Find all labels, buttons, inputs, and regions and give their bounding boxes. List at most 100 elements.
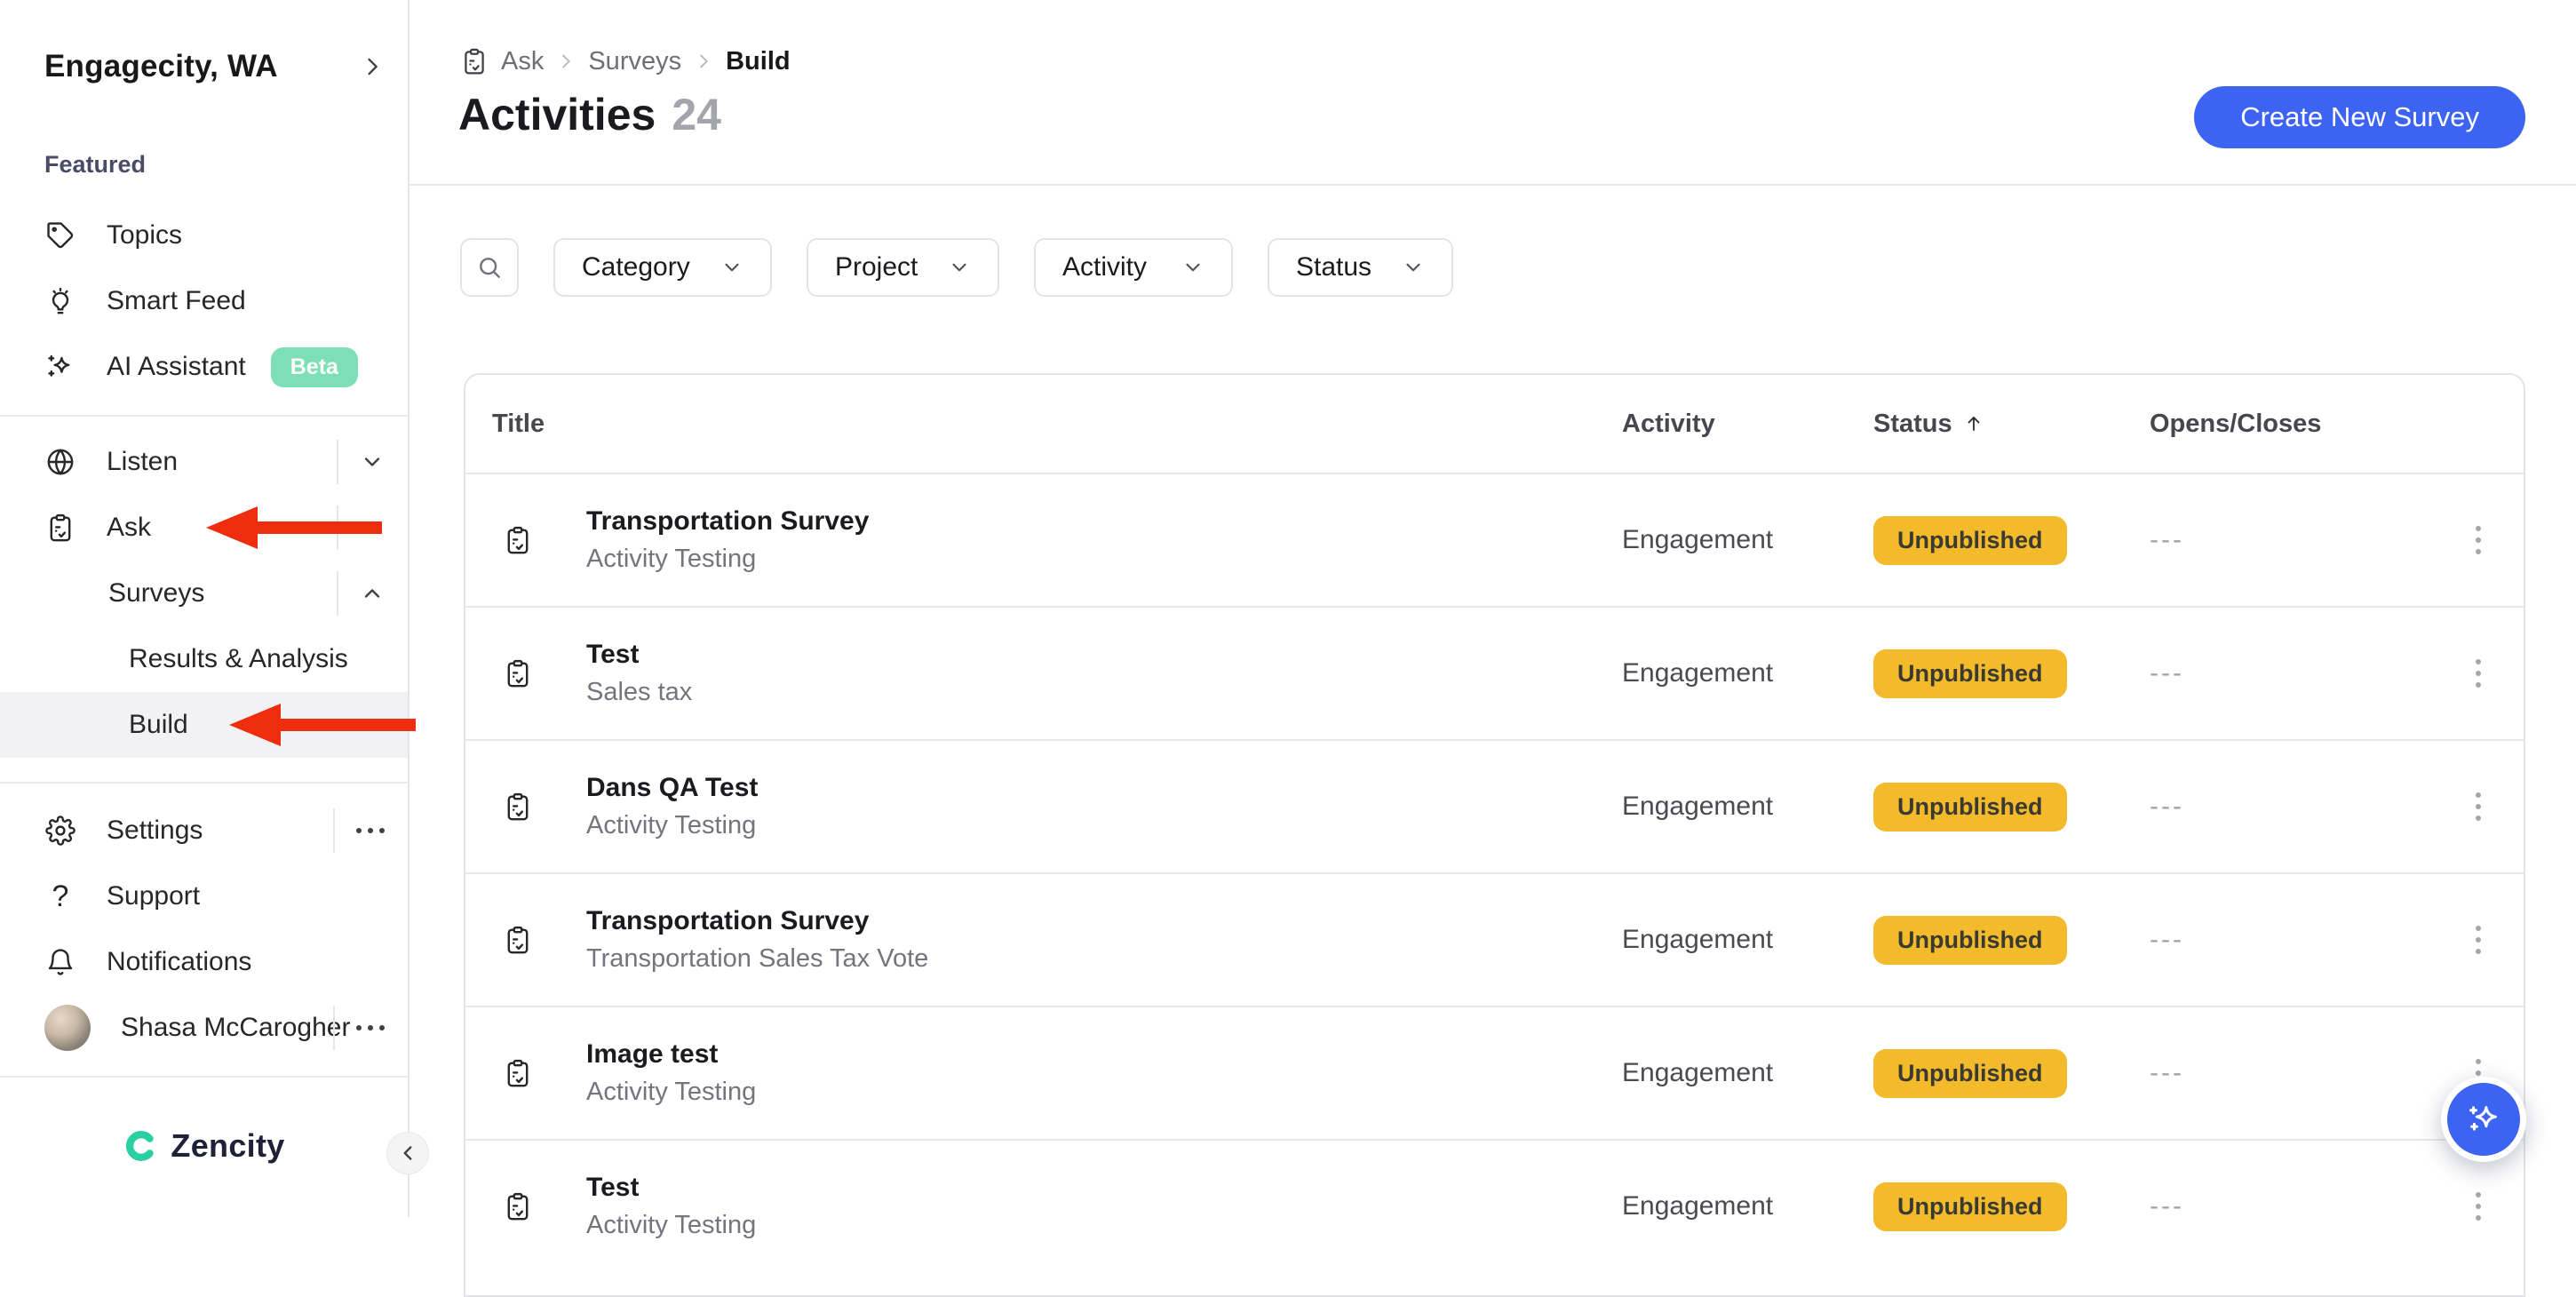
sparkle-icon: [2463, 1099, 2504, 1140]
search-button[interactable]: [460, 238, 519, 297]
table-row[interactable]: Test Activity Testing Engagement Unpubli…: [465, 1139, 2524, 1272]
category-filter-dropdown[interactable]: Category: [553, 238, 772, 297]
avatar: [44, 1005, 91, 1051]
ai-assistant-fab[interactable]: [2441, 1077, 2526, 1162]
status-filter-dropdown[interactable]: Status: [1268, 238, 1453, 297]
sidebar-item-notifications[interactable]: Notifications: [0, 929, 408, 995]
opens-closes-cell: ---: [2150, 792, 2452, 822]
sidebar-item-listen[interactable]: Listen: [0, 429, 408, 495]
chevron-up-icon[interactable]: [337, 505, 385, 550]
filter-bar: Category Project Activity Status: [460, 238, 1453, 297]
column-header-title[interactable]: Title: [465, 410, 1622, 439]
survey-title-cell: Image test Activity Testing: [586, 1039, 1622, 1107]
chevron-down-icon: [948, 256, 971, 279]
project-filter-dropdown[interactable]: Project: [807, 238, 999, 297]
clipboard-icon: [465, 521, 586, 559]
sidebar-item-ask[interactable]: Ask: [0, 495, 408, 561]
row-menu-icon[interactable]: [2452, 926, 2505, 954]
survey-title: Transportation Survey: [586, 906, 1622, 936]
page-title: Activities: [458, 89, 656, 140]
sidebar-item-user[interactable]: Shasa McCarogher: [0, 995, 408, 1061]
bottom-nav: Settings ? Support Notifications Shasa M…: [0, 798, 408, 1061]
dropdown-label: Activity: [1062, 252, 1147, 282]
sidebar-divider: [0, 415, 408, 417]
more-options-icon[interactable]: [333, 808, 385, 853]
main-nav: Listen Ask Surveys Results & Analysis Bu…: [0, 429, 408, 758]
chevron-right-icon: [556, 52, 576, 71]
sidebar-item-label: Topics: [107, 220, 182, 251]
sidebar-item-label: Listen: [107, 447, 178, 477]
row-menu-icon[interactable]: [2452, 1192, 2505, 1221]
sidebar-item-settings[interactable]: Settings: [0, 798, 408, 863]
breadcrumb-item-ask[interactable]: Ask: [501, 47, 544, 76]
chevron-right-icon: [360, 54, 385, 79]
status-cell: Unpublished: [1873, 516, 2150, 565]
activities-table: Title Activity Status Opens/Closes Trans…: [464, 373, 2525, 1297]
search-icon: [475, 253, 504, 282]
featured-section-label: Featured: [44, 151, 408, 181]
breadcrumb-item-surveys[interactable]: Surveys: [588, 47, 681, 76]
column-header-status[interactable]: Status: [1873, 410, 2150, 439]
table-row[interactable]: Dans QA Test Activity Testing Engagement…: [465, 739, 2524, 872]
survey-subtitle: Activity Testing: [586, 1211, 1622, 1240]
status-badge: Unpublished: [1873, 516, 2067, 565]
sidebar-item-label: Notifications: [107, 947, 251, 977]
sidebar-divider: [0, 1076, 408, 1078]
survey-title: Dans QA Test: [586, 773, 1622, 803]
status-badge: Unpublished: [1873, 1182, 2067, 1231]
sort-ascending-arrow-icon: [1963, 413, 1984, 434]
gear-icon: [44, 816, 76, 846]
sidebar-item-smart-feed[interactable]: Smart Feed: [0, 268, 408, 334]
table-row[interactable]: Image test Activity Testing Engagement U…: [465, 1006, 2524, 1139]
brand-footer: Zencity: [0, 1127, 408, 1165]
status-badge: Unpublished: [1873, 1049, 2067, 1098]
sidebar-item-label: Surveys: [108, 578, 204, 609]
survey-title: Image test: [586, 1039, 1622, 1070]
row-menu-icon[interactable]: [2452, 526, 2505, 554]
opens-closes-cell: ---: [2150, 1058, 2452, 1088]
opens-closes-cell: ---: [2150, 658, 2452, 688]
breadcrumb: Ask Surveys Build: [460, 46, 791, 76]
column-header-label: Status: [1873, 410, 1952, 439]
chevron-up-icon[interactable]: [337, 571, 385, 616]
sidebar-item-build[interactable]: Build: [0, 692, 408, 758]
survey-subtitle: Activity Testing: [586, 811, 1622, 840]
sidebar-item-topics[interactable]: Topics: [0, 203, 408, 268]
table-row[interactable]: Test Sales tax Engagement Unpublished --…: [465, 606, 2524, 739]
survey-subtitle: Transportation Sales Tax Vote: [586, 944, 1622, 974]
sidebar-collapse-button[interactable]: [386, 1132, 429, 1174]
survey-subtitle: Activity Testing: [586, 1078, 1622, 1107]
sidebar-divider: [0, 782, 408, 784]
chevron-down-icon[interactable]: [337, 440, 385, 484]
activity-filter-dropdown[interactable]: Activity: [1034, 238, 1233, 297]
chevron-left-icon: [396, 1142, 419, 1165]
column-header-activity[interactable]: Activity: [1622, 410, 1873, 439]
status-cell: Unpublished: [1873, 1182, 2150, 1231]
opens-closes-cell: ---: [2150, 525, 2452, 555]
org-switcher[interactable]: Engagecity, WA: [44, 36, 385, 98]
clipboard-icon: [465, 788, 586, 825]
more-options-icon[interactable]: [333, 1006, 385, 1050]
chevron-right-icon: [694, 52, 713, 71]
row-menu-icon[interactable]: [2452, 659, 2505, 688]
globe-icon: [44, 447, 76, 477]
activity-cell: Engagement: [1622, 525, 1873, 555]
sidebar-item-surveys[interactable]: Surveys: [0, 561, 408, 626]
sidebar-item-results-analysis[interactable]: Results & Analysis: [0, 626, 408, 692]
column-header-opens-closes[interactable]: Opens/Closes: [2150, 410, 2452, 439]
sidebar-item-support[interactable]: ? Support: [0, 863, 408, 929]
table-row[interactable]: Transportation Survey Transportation Sal…: [465, 872, 2524, 1006]
sidebar-item-label: Results & Analysis: [129, 644, 348, 674]
chevron-down-icon: [1181, 256, 1205, 279]
clipboard-icon: [460, 46, 489, 76]
sidebar-item-label: Ask: [107, 513, 151, 543]
survey-title-cell: Test Sales tax: [586, 640, 1622, 707]
activity-cell: Engagement: [1622, 792, 1873, 822]
row-menu-icon[interactable]: [2452, 792, 2505, 821]
sidebar: Engagecity, WA Featured Topics Smart Fee…: [0, 0, 409, 1217]
tag-icon: [44, 220, 76, 251]
sidebar-item-ai-assistant[interactable]: AI Assistant Beta: [0, 334, 408, 400]
create-new-survey-button[interactable]: Create New Survey: [2194, 86, 2525, 148]
table-row[interactable]: Transportation Survey Activity Testing E…: [465, 473, 2524, 606]
survey-title: Test: [586, 640, 1622, 670]
